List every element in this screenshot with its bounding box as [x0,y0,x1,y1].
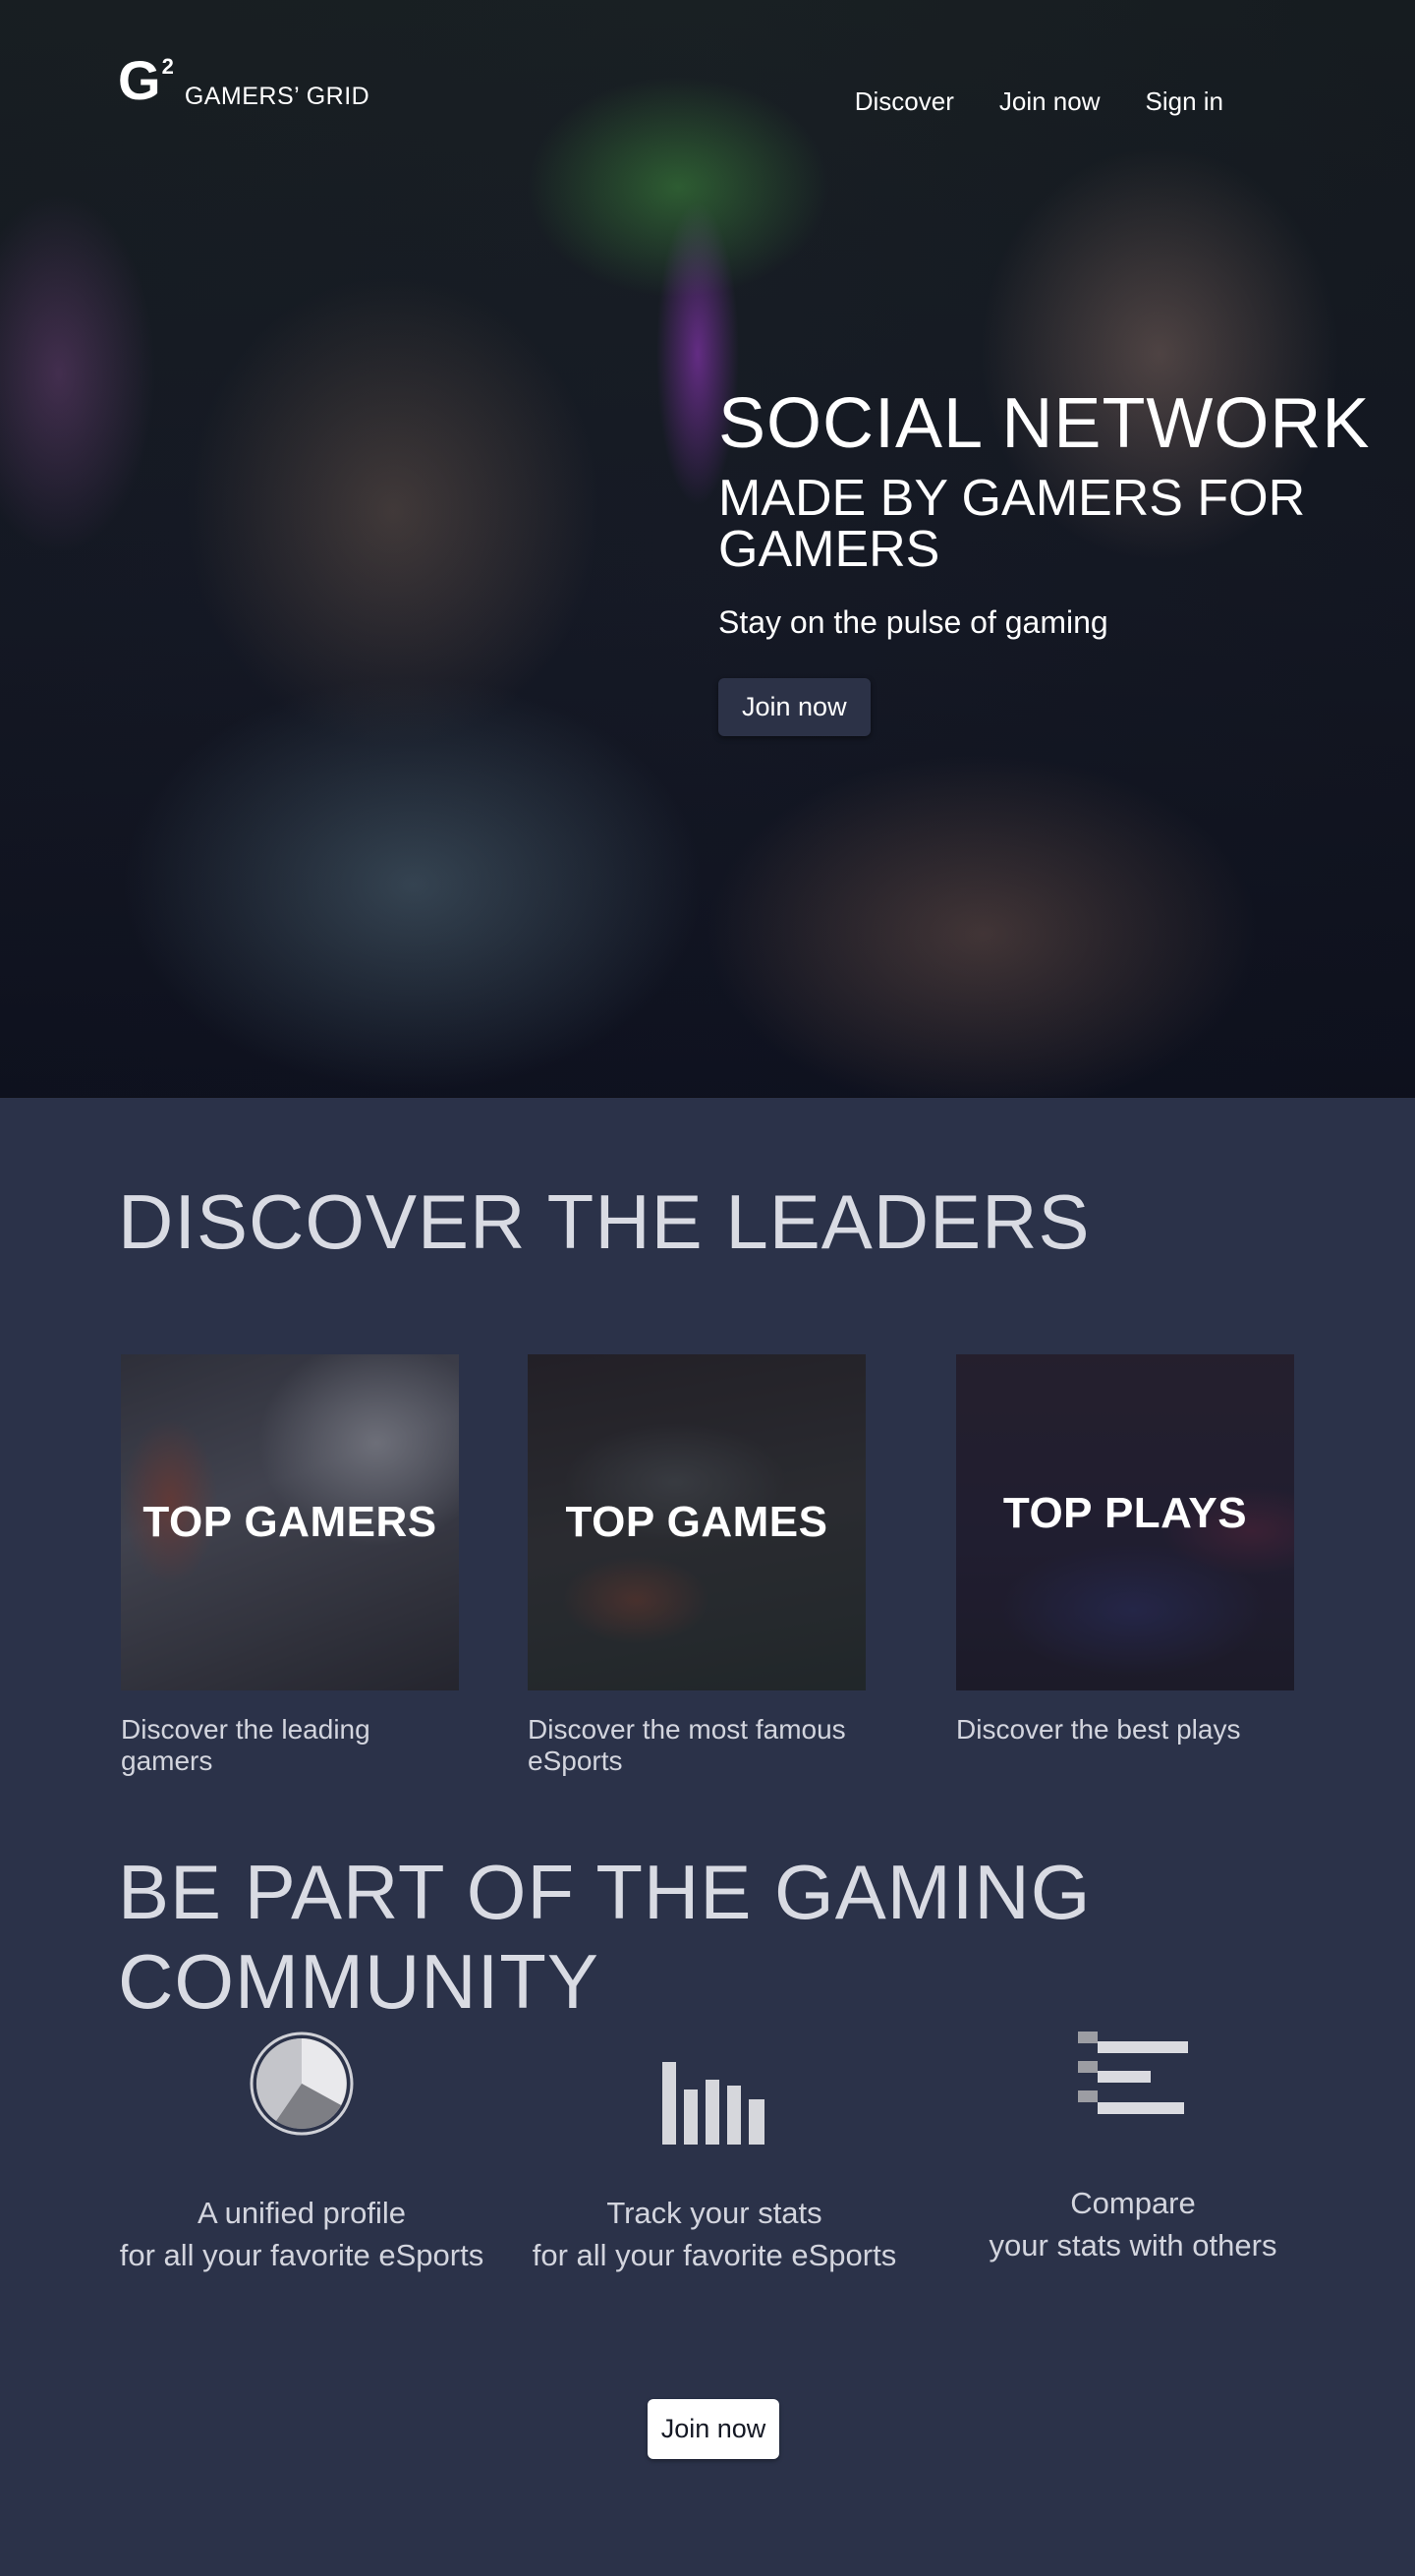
hero-subtitle: MADE BY GAMERS FOR GAMERS [718,470,1306,578]
feature-track-stats: Track your stats for all your favorite e… [518,2025,911,2277]
nav-join-now-link[interactable]: Join now [999,86,1101,117]
main-nav: Discover Join now Sign in [855,86,1223,117]
logo[interactable]: G2 GAMERS’ GRID [118,53,369,111]
leaders-cards: TOP GAMERS Discover the leading gamers T… [0,1354,1415,1776]
card-top-plays[interactable]: TOP PLAYS Discover the best plays [956,1354,1294,1746]
top-gamers-image[interactable]: TOP GAMERS [121,1354,459,1690]
bar-chart-icon [518,2025,911,2145]
card-description: Discover the best plays [956,1714,1241,1745]
brand-name: GAMERS’ GRID [184,83,370,110]
feature-compare: Compare your stats with others [936,2025,1330,2267]
card-label: TOP PLAYS [1002,1489,1248,1537]
hero-tagline: Stay on the pulse of gaming [718,604,1108,640]
card-top-gamers[interactable]: TOP GAMERS Discover the leading gamers [121,1354,459,1777]
feature-text: A unified profile for all your favorite … [119,2196,484,2273]
card-label: TOP GAMES [565,1498,828,1546]
hero-join-button[interactable]: Join now [718,678,871,736]
horizontal-bars-icon [936,2025,1330,2143]
hero-section: G2 GAMERS’ GRID Discover Join now Sign i… [0,0,1415,1098]
card-description: Discover the leading gamers [121,1714,370,1776]
feature-unified-profile: A unified profile for all your favorite … [105,2025,498,2277]
card-top-games[interactable]: TOP GAMES Discover the most famous eSpor… [528,1354,866,1777]
feature-text: Compare your stats with others [989,2186,1277,2263]
top-games-image[interactable]: TOP GAMES [528,1354,866,1690]
community-join-button[interactable]: Join now [648,2399,779,2459]
card-label: TOP GAMERS [142,1498,437,1546]
card-description: Discover the most famous eSports [528,1714,846,1776]
top-plays-image[interactable]: TOP PLAYS [956,1354,1294,1690]
pie-chart-icon [105,2025,498,2143]
feature-text: Track your stats for all your favorite e… [532,2196,897,2273]
nav-discover-link[interactable]: Discover [855,86,954,117]
community-features: A unified profile for all your favorite … [0,2025,1415,2319]
hero-title: SOCIAL NETWORK [718,384,1371,463]
nav-sign-in-link[interactable]: Sign in [1146,86,1224,117]
logo-mark: G2 [118,49,174,111]
hero-divider [0,1097,1415,1098]
community-title: BE PART OF THE GAMING COMMUNITY [118,1849,1092,2025]
leaders-title: DISCOVER THE LEADERS [118,1178,1091,1265]
hero-copy: SOCIAL NETWORK MADE BY GAMERS FOR GAMERS… [718,388,1415,736]
